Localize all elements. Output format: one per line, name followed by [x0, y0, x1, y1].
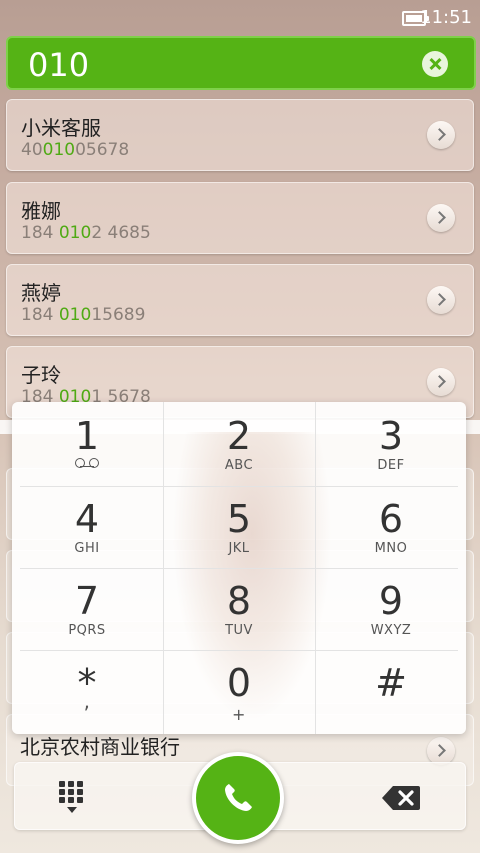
status-bar: 11:51: [0, 0, 480, 34]
key-digit: 7: [74, 579, 100, 623]
chevron-right-icon[interactable]: [427, 286, 455, 314]
key-letters: JKL: [228, 541, 250, 556]
dialpad-key-8[interactable]: 8 TUV: [164, 567, 314, 649]
contact-name: 北京农村商业银行: [20, 735, 180, 759]
chevron-right-icon[interactable]: [427, 121, 455, 149]
key-digit: 5: [226, 497, 252, 541]
clock: 11:51: [420, 7, 472, 28]
key-letters: ,: [83, 689, 91, 713]
key-letters: PQRS: [68, 623, 106, 638]
key-letters: ABC: [224, 458, 254, 473]
key-letters: DEF: [377, 458, 405, 473]
dialpad-icon[interactable]: [59, 781, 93, 815]
key-digit: 1: [74, 414, 100, 458]
dialpad-key-0[interactable]: 0 +: [164, 649, 314, 731]
contact-row[interactable]: 雅娜 184 0102 4685: [6, 182, 474, 254]
dialpad-key-5[interactable]: 5 JKL: [164, 485, 314, 567]
key-letters: TUV: [225, 623, 253, 638]
dialpad-key-hash[interactable]: #: [316, 649, 466, 731]
call-button[interactable]: [192, 752, 284, 844]
voicemail-icon: [75, 458, 99, 468]
key-letters: WXYZ: [370, 623, 412, 638]
dialpad-key-9[interactable]: 9 WXYZ: [316, 567, 466, 649]
contact-row[interactable]: 小米客服 4001005678: [6, 99, 474, 171]
key-letters: GHI: [74, 541, 100, 556]
key-digit: 4: [74, 497, 100, 541]
contact-row[interactable]: 燕婷 184 01015689: [6, 264, 474, 336]
contact-name: 雅娜: [21, 199, 61, 223]
chevron-right-icon[interactable]: [427, 368, 455, 396]
chevron-right-icon[interactable]: [427, 204, 455, 232]
search-query[interactable]: 010: [28, 46, 89, 84]
dialpad-key-6[interactable]: 6 MNO: [316, 485, 466, 567]
key-digit: 9: [378, 579, 404, 623]
chevron-right-icon[interactable]: [427, 737, 455, 765]
dialpad-key-3[interactable]: 3 DEF: [316, 402, 466, 484]
dialpad-key-2[interactable]: 2 ABC: [164, 402, 314, 484]
dialpad-key-7[interactable]: 7 PQRS: [12, 567, 162, 649]
clear-icon[interactable]: [422, 51, 448, 77]
dialpad: 1 2 ABC 3 DEF 4 GHI 5 JKL 6 MNO 7 PQRS 8…: [12, 402, 466, 734]
key-letters: MNO: [374, 541, 408, 556]
dialpad-key-1[interactable]: 1: [12, 402, 162, 484]
key-digit: #: [375, 661, 407, 705]
contact-number: 184 01015689: [21, 305, 146, 325]
contact-number: 4001005678: [21, 140, 130, 160]
key-digit: 8: [226, 579, 252, 623]
key-digit: 2: [226, 414, 252, 458]
dialpad-key-4[interactable]: 4 GHI: [12, 485, 162, 567]
contact-number: 184 0102 4685: [21, 223, 151, 243]
phone-icon: [225, 784, 252, 811]
key-letters: +: [232, 705, 246, 724]
contact-name: 小米客服: [21, 116, 101, 140]
dialpad-key-star[interactable]: * ,: [12, 649, 162, 731]
contact-name: 子玲: [21, 363, 61, 387]
backspace-icon[interactable]: [381, 785, 421, 811]
search-field[interactable]: 010: [6, 36, 476, 90]
key-digit: 6: [378, 497, 404, 541]
contact-name: 燕婷: [21, 281, 61, 305]
key-digit: 3: [378, 414, 404, 458]
key-digit: 0: [226, 661, 252, 705]
